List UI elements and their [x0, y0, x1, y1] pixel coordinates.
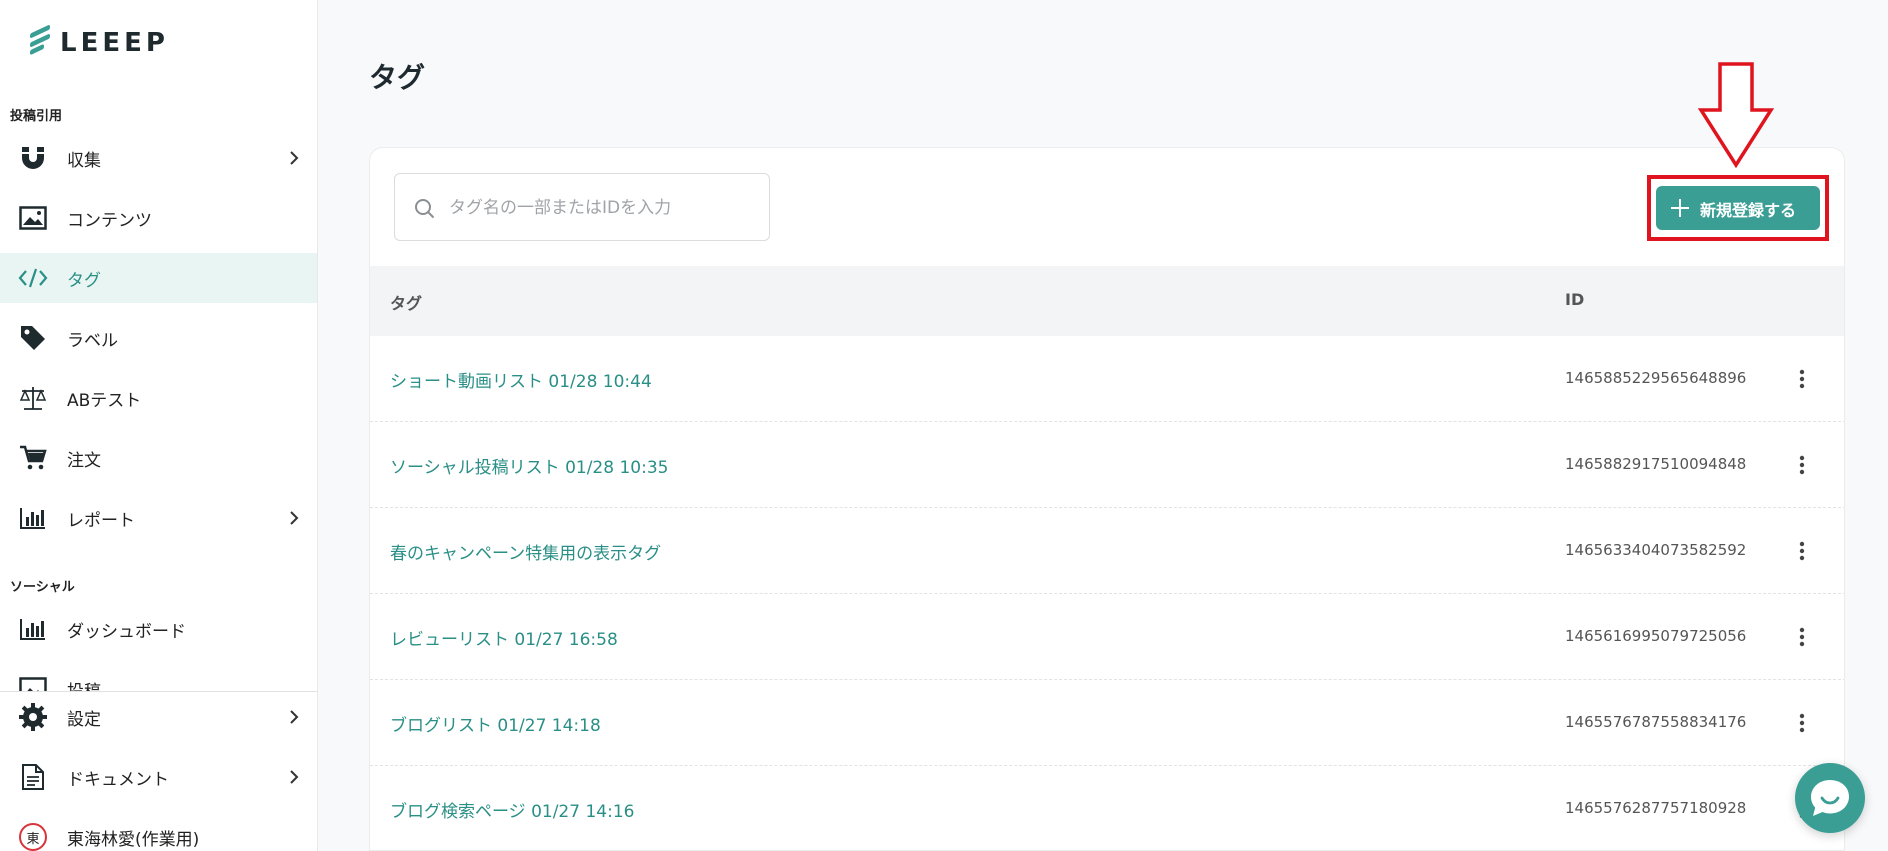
column-header-tag: タグ [390, 294, 423, 313]
down-arrow-annotation-icon [1698, 62, 1774, 168]
brand-logo[interactable]: LEEEP [28, 22, 169, 58]
chevron-right-icon [288, 508, 300, 528]
sidebar-item-label: ドキュメント [67, 769, 169, 790]
image-icon [18, 203, 48, 233]
search-icon [415, 199, 435, 219]
more-vertical-icon[interactable] [1790, 536, 1814, 566]
tag-name-link[interactable]: ブログ検索ページ 01/27 14:16 [390, 797, 634, 822]
page-title: タグ [369, 61, 426, 94]
logo-text: LEEEP [60, 28, 169, 58]
sidebar-item-collect[interactable]: 収集 [0, 133, 317, 183]
cart-icon [18, 443, 48, 473]
chevron-right-icon [288, 148, 300, 168]
sidebar-item-label: コンテンツ [67, 210, 152, 231]
more-vertical-icon[interactable] [1790, 622, 1814, 652]
scale-icon [18, 383, 48, 413]
user-name: 東海林愛(作業用) [67, 829, 200, 850]
gear-icon [18, 702, 48, 732]
sidebar-item-labels[interactable]: ラベル [0, 313, 317, 363]
logo-mark-icon [28, 23, 54, 57]
sidebar-item-orders[interactable]: 注文 [0, 433, 317, 483]
sidebar-item-label: ラベル [67, 330, 118, 351]
tag-name-link[interactable]: 春のキャンペーン特集用の表示タグ [390, 539, 661, 564]
sidebar-item-label: ABテスト [67, 390, 142, 411]
avatar: 東 [18, 822, 48, 851]
sidebar-item-settings[interactable]: 設定 [0, 692, 317, 742]
sidebar-item-label: ダッシュボード [67, 621, 186, 642]
bar-chart-icon [18, 614, 48, 644]
more-vertical-icon[interactable] [1790, 450, 1814, 480]
tag-id: 1465616995079725056 [1565, 627, 1747, 645]
table-row: レビューリスト 01/27 16:58 1465616995079725056 [370, 594, 1844, 680]
sidebar-item-dashboard[interactable]: ダッシュボード [0, 604, 317, 654]
table-header: タグ ID [370, 266, 1844, 336]
search-box[interactable] [394, 173, 770, 241]
sidebar-item-label: レポート [67, 510, 135, 531]
sidebar-item-label: 設定 [67, 709, 101, 730]
tag-id: 1465576287757180928 [1565, 799, 1747, 817]
sidebar-item-documents[interactable]: ドキュメント [0, 752, 317, 802]
sidebar-item-reports[interactable]: レポート [0, 493, 317, 543]
sidebar-item-ab-test[interactable]: ABテスト [0, 373, 317, 423]
chat-bubble-icon [1811, 780, 1849, 816]
more-vertical-icon[interactable] [1790, 708, 1814, 738]
tag-id: 1465882917510094848 [1565, 455, 1747, 473]
chat-support-button[interactable] [1795, 763, 1865, 833]
sidebar-item-label: 注文 [67, 450, 101, 471]
tag-name-link[interactable]: ショート動画リスト 01/28 10:44 [390, 367, 652, 392]
sidebar-item-label: 収集 [67, 150, 101, 171]
search-input[interactable] [449, 192, 749, 224]
sidebar-item-label: タグ [67, 270, 101, 291]
document-icon [18, 762, 48, 792]
chevron-right-icon [288, 767, 300, 787]
tag-id: 1465885229565648896 [1565, 369, 1747, 387]
tag-icon [18, 323, 48, 353]
section-label-post: 投稿引用 [10, 109, 63, 124]
bar-chart-icon [18, 503, 48, 533]
tag-id: 1465633404073582592 [1565, 541, 1747, 559]
code-icon [18, 263, 48, 293]
tag-name-link[interactable]: レビューリスト 01/27 16:58 [390, 625, 618, 650]
tag-name-link[interactable]: ブログリスト 01/27 14:18 [390, 711, 601, 736]
magnet-icon [18, 143, 48, 173]
sidebar-item-tags[interactable]: タグ [0, 253, 317, 303]
table-row: ブログリスト 01/27 14:18 1465576787558834176 [370, 680, 1844, 766]
table-row: 春のキャンペーン特集用の表示タグ 1465633404073582592 [370, 508, 1844, 594]
section-label-social: ソーシャル [10, 580, 75, 595]
highlight-box [1647, 175, 1829, 241]
table-row: ショート動画リスト 01/28 10:44 146588522956564889… [370, 336, 1844, 422]
tag-name-link[interactable]: ソーシャル投稿リスト 01/28 10:35 [390, 453, 668, 478]
sidebar: LEEEP 投稿引用 収集 コンテンツ タグ ラベル ABテスト 注文 レポート… [0, 0, 318, 851]
column-header-id: ID [1565, 290, 1585, 309]
tag-id: 1465576787558834176 [1565, 713, 1747, 731]
chevron-right-icon [288, 707, 300, 727]
tags-card: 新規登録する タグ ID ショート動画リスト 01/28 10:44 14658… [369, 147, 1845, 851]
more-vertical-icon[interactable] [1790, 364, 1814, 394]
sidebar-user[interactable]: 東 東海林愛(作業用) [0, 812, 317, 851]
sidebar-item-contents[interactable]: コンテンツ [0, 193, 317, 243]
table-row: ソーシャル投稿リスト 01/28 10:35 14658829175100948… [370, 422, 1844, 508]
table-row: ブログ検索ページ 01/27 14:16 1465576287757180928 [370, 766, 1844, 850]
